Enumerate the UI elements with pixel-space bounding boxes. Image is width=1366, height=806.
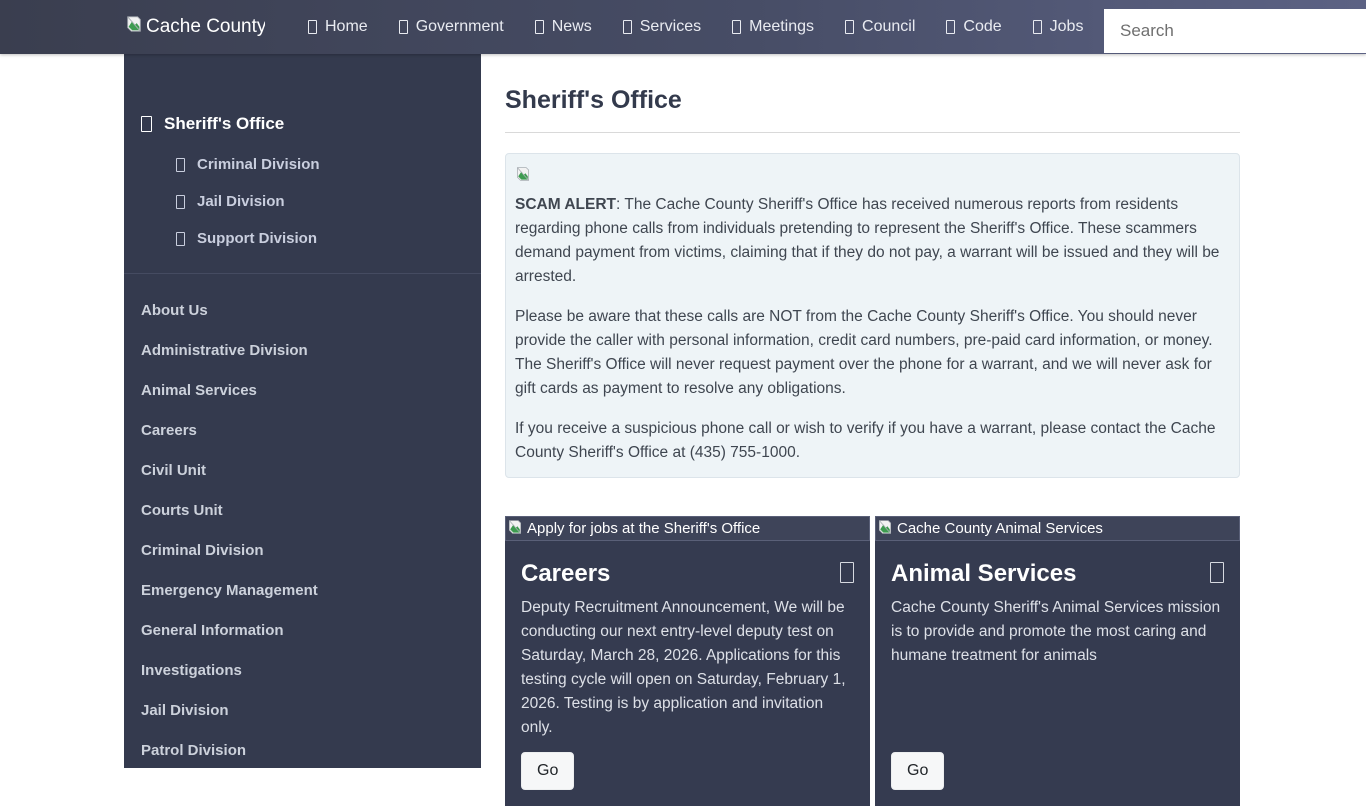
missing-glyph-icon	[623, 20, 632, 34]
sidebar-sub-label: Jail Division	[197, 193, 285, 210]
sidebar-header-label: Sheriff's Office	[164, 114, 284, 134]
broken-image-icon	[877, 519, 893, 539]
missing-glyph-icon	[840, 562, 854, 583]
careers-go-button[interactable]: Go	[521, 752, 574, 790]
page-title: Sheriff's Office	[505, 86, 1240, 114]
alert-paragraph-1-text: : The Cache County Sheriff's Office has …	[515, 196, 1219, 285]
careers-card-text: Deputy Recruitment Announcement, We will…	[521, 596, 854, 740]
alert-paragraph-1: SCAM ALERT: The Cache County Sheriff's O…	[515, 193, 1225, 289]
nav-item-meetings[interactable]: Meetings	[732, 18, 814, 36]
sidebar-link-administrative-division[interactable]: Administrative Division	[124, 342, 481, 360]
missing-glyph-icon	[535, 20, 544, 34]
careers-card: Apply for jobs at the Sheriff's Office C…	[505, 516, 870, 806]
broken-image-icon	[507, 519, 523, 539]
sidebar-item-sheriffs-office[interactable]: Sheriff's Office	[124, 114, 481, 134]
sidebar-links-section: About Us Administrative Division Animal …	[124, 274, 481, 760]
nav-label: Council	[862, 18, 915, 36]
main-nav: Home Government News Services Meetings C…	[308, 18, 1083, 36]
missing-glyph-icon	[732, 20, 741, 34]
animal-services-card-body: Animal Services Cache County Sheriff's A…	[875, 541, 1240, 806]
sidebar: Sheriff's Office Criminal Division Jail …	[124, 54, 481, 768]
missing-glyph-icon	[1210, 562, 1224, 583]
animal-services-card: Cache County Animal Services Animal Serv…	[875, 516, 1240, 806]
sidebar-link-patrol-division[interactable]: Patrol Division	[124, 742, 481, 760]
search-input[interactable]	[1104, 9, 1366, 53]
sidebar-item-criminal-division[interactable]: Criminal Division	[124, 156, 481, 173]
animal-services-card-image[interactable]: Cache County Animal Services	[875, 516, 1240, 541]
missing-glyph-icon	[176, 158, 185, 172]
nav-item-code[interactable]: Code	[946, 18, 1001, 36]
nav-label: News	[552, 18, 592, 36]
sidebar-link-courts-unit[interactable]: Courts Unit	[124, 502, 481, 520]
careers-card-title[interactable]: Careers	[521, 559, 610, 588]
nav-item-jobs[interactable]: Jobs	[1033, 18, 1084, 36]
broken-image-icon	[125, 15, 143, 39]
animal-services-go-button[interactable]: Go	[891, 752, 944, 790]
missing-glyph-icon	[176, 232, 185, 246]
careers-card-body: Careers Deputy Recruitment Announcement,…	[505, 541, 870, 806]
nav-label: Meetings	[749, 18, 814, 36]
alert-bold-label: SCAM ALERT	[515, 196, 616, 213]
broken-image-icon	[515, 166, 531, 187]
divider	[505, 132, 1240, 133]
nav-item-council[interactable]: Council	[845, 18, 915, 36]
sidebar-link-investigations[interactable]: Investigations	[124, 662, 481, 680]
sidebar-item-jail-division[interactable]: Jail Division	[124, 193, 481, 210]
nav-label: Code	[963, 18, 1001, 36]
animal-services-card-image-alt: Cache County Animal Services	[897, 520, 1103, 537]
animal-services-card-title[interactable]: Animal Services	[891, 559, 1076, 588]
careers-card-image-alt: Apply for jobs at the Sheriff's Office	[527, 520, 760, 537]
sidebar-link-emergency-management[interactable]: Emergency Management	[124, 582, 481, 600]
sidebar-link-criminal-division[interactable]: Criminal Division	[124, 542, 481, 560]
sidebar-link-civil-unit[interactable]: Civil Unit	[124, 462, 481, 480]
sidebar-link-jail-division[interactable]: Jail Division	[124, 702, 481, 720]
sidebar-link-animal-services[interactable]: Animal Services	[124, 382, 481, 400]
missing-glyph-icon	[141, 116, 152, 132]
missing-glyph-icon	[946, 20, 955, 34]
nav-item-services[interactable]: Services	[623, 18, 701, 36]
sidebar-sub-label: Support Division	[197, 230, 317, 247]
missing-glyph-icon	[399, 20, 408, 34]
nav-item-home[interactable]: Home	[308, 18, 368, 36]
main-content: Sheriff's Office SCAM ALERT: The Cache C…	[505, 54, 1240, 806]
alert-paragraph-3: If you receive a suspicious phone call o…	[515, 417, 1225, 465]
site-logo-alt-text: Cache County Logo	[146, 16, 265, 38]
cards-row: Apply for jobs at the Sheriff's Office C…	[505, 516, 1240, 806]
careers-card-title-row: Careers	[521, 559, 854, 588]
sidebar-sub-label: Criminal Division	[197, 156, 320, 173]
site-logo[interactable]: Cache County Logo	[125, 12, 265, 42]
animal-services-card-title-row: Animal Services	[891, 559, 1224, 588]
nav-label: Services	[640, 18, 701, 36]
scam-alert-box: SCAM ALERT: The Cache County Sheriff's O…	[505, 153, 1240, 478]
animal-services-card-text: Cache County Sheriff's Animal Services m…	[891, 596, 1224, 668]
sidebar-item-support-division[interactable]: Support Division	[124, 230, 481, 247]
nav-item-government[interactable]: Government	[399, 18, 504, 36]
careers-card-image[interactable]: Apply for jobs at the Sheriff's Office	[505, 516, 870, 541]
sidebar-link-general-information[interactable]: General Information	[124, 622, 481, 640]
alert-paragraph-2: Please be aware that these calls are NOT…	[515, 305, 1225, 401]
nav-label: Jobs	[1050, 18, 1084, 36]
missing-glyph-icon	[845, 20, 854, 34]
missing-glyph-icon	[176, 195, 185, 209]
sidebar-office-section: Sheriff's Office Criminal Division Jail …	[124, 54, 481, 274]
top-navbar: Cache County Logo Home Government News S…	[0, 0, 1366, 54]
missing-glyph-icon	[308, 20, 317, 34]
nav-item-news[interactable]: News	[535, 18, 592, 36]
nav-label: Home	[325, 18, 368, 36]
sidebar-link-about-us[interactable]: About Us	[124, 302, 481, 320]
missing-glyph-icon	[1033, 20, 1042, 34]
sidebar-link-careers[interactable]: Careers	[124, 422, 481, 440]
nav-label: Government	[416, 18, 504, 36]
